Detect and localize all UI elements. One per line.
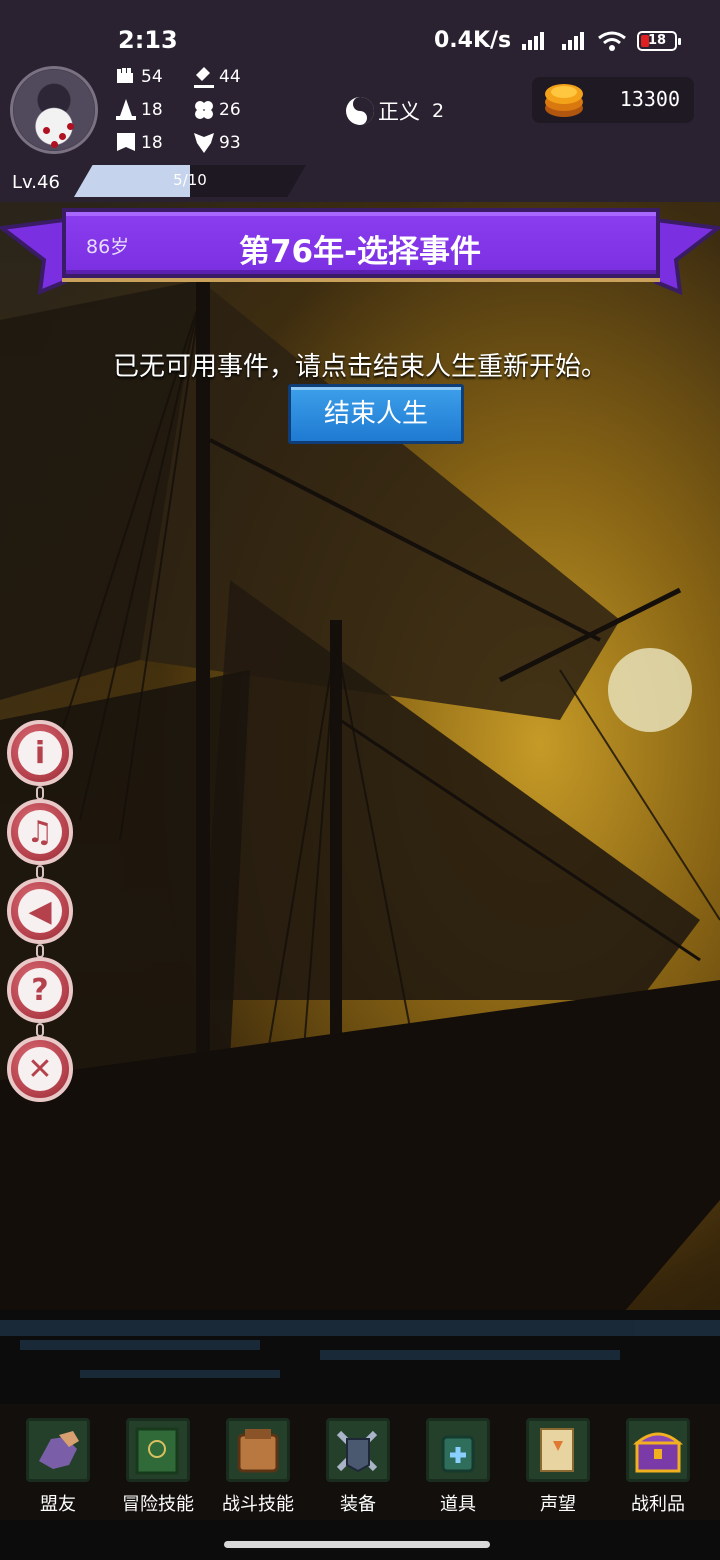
chain-link (36, 1023, 44, 1037)
combat-skill-bag-icon (226, 1418, 290, 1482)
gold-coins-icon (545, 84, 583, 117)
year-banner: 86岁 第76年-选择事件 (0, 202, 720, 298)
end-life-button[interactable]: 结束人生 (288, 384, 464, 444)
tab-label: 盟友 (40, 1494, 76, 1515)
tab-label: 装备 (340, 1494, 376, 1515)
player-avatar[interactable] (10, 66, 98, 154)
stat-value: 18 (141, 100, 163, 120)
player-hud: 54 44 18 26 18 93 正义 2 13300 Lv.46 5/10 (0, 52, 720, 202)
alignment-indicator: 正义 2 (346, 96, 444, 126)
yin-yang-icon (346, 97, 374, 125)
tab-label: 战斗技能 (222, 1494, 294, 1515)
sound-button[interactable]: ◀ (7, 878, 73, 944)
close-button[interactable]: ✕ (7, 1036, 73, 1102)
wifi-icon (598, 31, 626, 51)
help-button[interactable]: ? (7, 957, 73, 1023)
chain-link (36, 944, 44, 958)
tab-reputation[interactable]: 声望 (512, 1414, 604, 1518)
alignment-label: 正义 (378, 100, 420, 124)
tab-loot[interactable]: 战利品 (612, 1414, 704, 1518)
tab-equipment[interactable]: 装备 (312, 1414, 404, 1518)
stat-spirit: 93 (192, 130, 241, 156)
alignment-value: 2 (432, 100, 445, 122)
home-indicator[interactable] (224, 1541, 490, 1548)
chain-link (36, 865, 44, 879)
music-button[interactable]: ♫ (7, 799, 73, 865)
adventure-skill-book-icon (126, 1418, 190, 1482)
stat-value: 93 (219, 133, 241, 153)
info-icon: i (18, 731, 62, 775)
speaker-icon: ◀ (18, 889, 62, 933)
player-level: Lv.46 (12, 172, 60, 193)
hammer-icon (194, 67, 214, 88)
stat-value: 54 (141, 67, 163, 87)
items-pouch-icon (426, 1418, 490, 1482)
hd-signal-icon (522, 32, 544, 50)
banner-title: 第76年-选择事件 (238, 234, 481, 270)
stat-value: 18 (141, 133, 163, 153)
info-button[interactable]: i (7, 720, 73, 786)
stat-craft: 44 (192, 64, 241, 90)
equipment-swords-icon (326, 1418, 390, 1482)
stat-magic: 18 (114, 97, 163, 123)
chain-link (36, 786, 44, 800)
stat-value: 44 (219, 67, 241, 87)
help-icon: ? (18, 968, 62, 1012)
reputation-scroll-icon (526, 1418, 590, 1482)
tab-label: 道具 (440, 1494, 476, 1515)
network-speed: 0.4K/s (434, 28, 512, 53)
stat-luck: 26 (192, 97, 241, 123)
bottom-navigation: 盟友 冒险技能 战斗技能 装备 道具 声望 战利品 (0, 1404, 720, 1520)
fist-icon (117, 68, 133, 83)
tab-label: 声望 (540, 1494, 576, 1515)
event-message: 已无可用事件，请点击结束人生重新开始。 (112, 352, 607, 382)
wings-icon (194, 133, 214, 153)
close-icon: ✕ (18, 1047, 62, 1091)
tab-label: 冒险技能 (122, 1494, 194, 1515)
loot-chest-icon (626, 1418, 690, 1482)
tab-allies[interactable]: 盟友 (12, 1414, 104, 1518)
witch-hat-icon (116, 99, 136, 120)
coin-amount: 13300 (619, 87, 680, 111)
clock: 2:13 (118, 26, 178, 54)
tab-label: 战利品 (631, 1494, 685, 1515)
tab-items[interactable]: 道具 (412, 1414, 504, 1518)
experience-text: 5/10 (173, 171, 207, 189)
banner-icon (117, 133, 135, 151)
battery-icon: 18 (637, 31, 681, 51)
stat-value: 26 (219, 100, 241, 120)
clover-icon (195, 101, 213, 119)
tab-combat-skills[interactable]: 战斗技能 (212, 1414, 304, 1518)
stat-defense: 18 (114, 130, 163, 156)
allies-icon (26, 1418, 90, 1482)
hd-signal-icon (562, 32, 584, 50)
tab-adventure-skills[interactable]: 冒险技能 (112, 1414, 204, 1518)
stat-strength: 54 (114, 64, 163, 90)
coin-counter: 13300 (532, 77, 694, 123)
experience-bar: 5/10 (74, 165, 306, 197)
battery-level: 18 (647, 33, 667, 48)
music-icon: ♫ (18, 810, 62, 854)
